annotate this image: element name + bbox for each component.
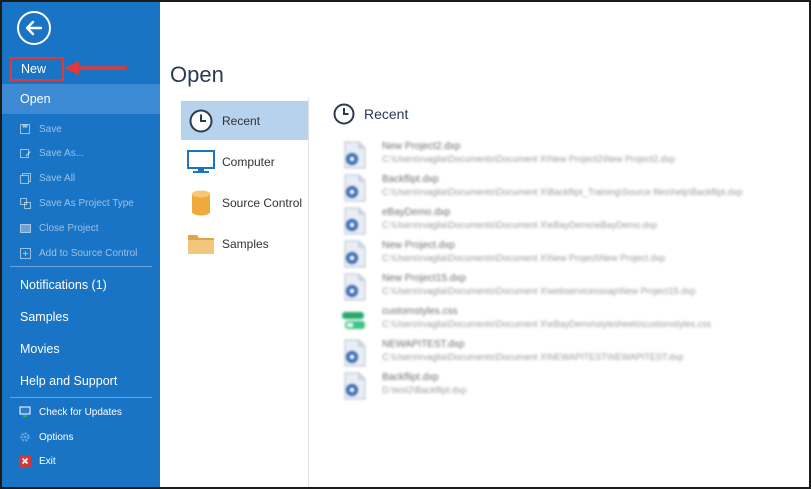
close-project-label: Close Project — [39, 222, 99, 234]
check-for-updates-button[interactable]: Check for Updates — [2, 404, 160, 420]
backstage-window: New Open Save Save As... Save All Save A… — [0, 0, 811, 489]
recent-file-name: Backflipt.dxp — [382, 174, 439, 185]
sidebar-item-movies[interactable]: Movies — [2, 338, 160, 360]
add-to-source-control-button[interactable]: Add to Source Control — [2, 245, 160, 261]
exit-icon — [19, 455, 31, 467]
css-file-icon — [341, 306, 367, 334]
recent-file-path: C:\Users\rvaglia\Documents\Document X\Ba… — [382, 187, 743, 197]
recent-file-path: D:\test2\Backflipt.dxp — [382, 385, 467, 395]
recent-file-path: C:\Users\rvaglia\Documents\Document X\Ne… — [382, 154, 676, 164]
recent-file-name: NEWAPITEST.dxp — [382, 339, 465, 350]
database-icon — [186, 188, 216, 218]
recent-file-name: eBayDemo.dxp — [382, 207, 451, 218]
recent-file-name: New Project.dxp — [382, 240, 455, 251]
recent-file-name: New Project2.dxp — [382, 141, 461, 152]
recent-file-item[interactable]: New Project2.dxp C:\Users\rvaglia\Documen… — [341, 141, 801, 174]
project-file-icon — [341, 207, 367, 235]
save-label: Save — [39, 123, 62, 135]
page-title: Open — [170, 62, 224, 87]
recent-file-path: C:\Users\rvaglia\Documents\Document X\Ne… — [382, 253, 666, 263]
close-project-button[interactable]: Close Project — [2, 220, 160, 236]
save-as-icon — [19, 147, 31, 159]
project-file-icon — [341, 141, 367, 169]
save-as-project-type-label: Save As Project Type — [39, 197, 134, 209]
recent-file-item[interactable]: New Project15.dxp C:\Users\rvaglia\Docume… — [341, 273, 801, 306]
recent-file-item[interactable]: eBayDemo.dxp C:\Users\rvaglia\Documents\D… — [341, 207, 801, 240]
nav-item-samples[interactable]: Samples — [181, 224, 308, 263]
annotation-arrow-icon — [64, 61, 127, 75]
save-project-type-icon — [19, 197, 31, 209]
project-file-icon — [341, 240, 367, 268]
recent-file-item[interactable]: Backflipt.dxp D:\test2\Backflipt.dxp — [341, 372, 801, 405]
exit-button[interactable]: Exit — [2, 453, 160, 469]
sidebar-item-samples[interactable]: Samples — [2, 306, 160, 328]
recent-file-name: New Project15.dxp — [382, 273, 466, 284]
nav-item-source-control[interactable]: Source Control — [181, 183, 308, 222]
folder-icon — [186, 229, 216, 259]
new-label: New — [21, 62, 47, 76]
add-to-source-control-label: Add to Source Control — [39, 247, 138, 259]
help-label: Help and Support — [20, 374, 118, 388]
recent-file-path: C:\Users\rvaglia\Documents\Document X\eB… — [382, 220, 658, 230]
options-button[interactable]: Options — [2, 429, 160, 445]
check-updates-icon — [19, 406, 31, 418]
movies-label: Movies — [20, 342, 60, 356]
nav-divider — [308, 97, 309, 487]
recent-file-item[interactable]: customstyles.css C:\Users\rvaglia\Documen… — [341, 306, 801, 339]
nav-item-computer[interactable]: Computer — [181, 142, 308, 181]
sidebar-item-notifications[interactable]: Notifications (1) — [2, 274, 160, 296]
arrow-left-icon — [25, 20, 43, 36]
open-label: Open — [20, 92, 51, 106]
open-button[interactable]: Open — [2, 84, 160, 114]
project-file-icon — [341, 174, 367, 202]
save-as-button[interactable]: Save As... — [2, 145, 160, 161]
nav-item-recent[interactable]: Recent — [181, 101, 308, 140]
recent-file-item[interactable]: NEWAPITEST.dxp C:\Users\rvaglia\Documents… — [341, 339, 801, 372]
sidebar-item-help[interactable]: Help and Support — [2, 370, 160, 392]
open-location-nav: Recent Computer Source Control Samples — [181, 101, 308, 265]
nav-samples-label: Samples — [222, 236, 269, 251]
project-file-icon — [341, 372, 367, 400]
monitor-icon — [186, 147, 216, 177]
recent-file-path: C:\Users\rvaglia\Documents\Document X\eB… — [382, 319, 712, 329]
save-as-project-type-button[interactable]: Save As Project Type — [2, 195, 160, 211]
recent-files-list: New Project2.dxp C:\Users\rvaglia\Documen… — [341, 141, 801, 405]
nav-recent-label: Recent — [222, 113, 261, 128]
project-file-icon — [341, 339, 367, 367]
sidebar-divider — [10, 397, 152, 398]
recent-heading: Recent — [332, 102, 408, 126]
recent-file-item[interactable]: Backflipt.dxp C:\Users\rvaglia\Documents\… — [341, 174, 801, 207]
recent-file-path: C:\Users\rvaglia\Documents\Document X\we… — [382, 286, 696, 296]
nav-computer-label: Computer — [222, 154, 275, 169]
clock-icon — [186, 106, 216, 136]
nav-source-control-label: Source Control — [222, 195, 303, 210]
notifications-label: Notifications (1) — [20, 278, 107, 292]
sidebar-divider — [10, 266, 152, 267]
options-label: Options — [39, 431, 74, 443]
new-button[interactable]: New — [10, 57, 64, 81]
save-icon — [19, 123, 31, 135]
recent-file-item[interactable]: New Project.dxp C:\Users\rvaglia\Document… — [341, 240, 801, 273]
recent-file-name: customstyles.css — [382, 306, 458, 317]
recent-heading-label: Recent — [364, 106, 409, 122]
recent-file-name: Backflipt.dxp — [382, 372, 439, 383]
save-all-button[interactable]: Save All — [2, 170, 160, 186]
project-file-icon — [341, 273, 367, 301]
save-button[interactable]: Save — [2, 121, 160, 137]
samples-label: Samples — [20, 310, 69, 324]
exit-label: Exit — [39, 455, 56, 467]
source-control-icon — [19, 247, 31, 259]
save-all-label: Save All — [39, 172, 76, 184]
close-project-icon — [19, 222, 31, 234]
save-all-icon — [19, 172, 31, 184]
save-as-label: Save As... — [39, 147, 85, 159]
gear-icon — [19, 431, 31, 443]
back-button[interactable] — [17, 11, 51, 45]
recent-file-path: C:\Users\rvaglia\Documents\Document X\NE… — [382, 352, 684, 362]
check-for-updates-label: Check for Updates — [39, 406, 122, 418]
clock-icon — [333, 103, 355, 125]
